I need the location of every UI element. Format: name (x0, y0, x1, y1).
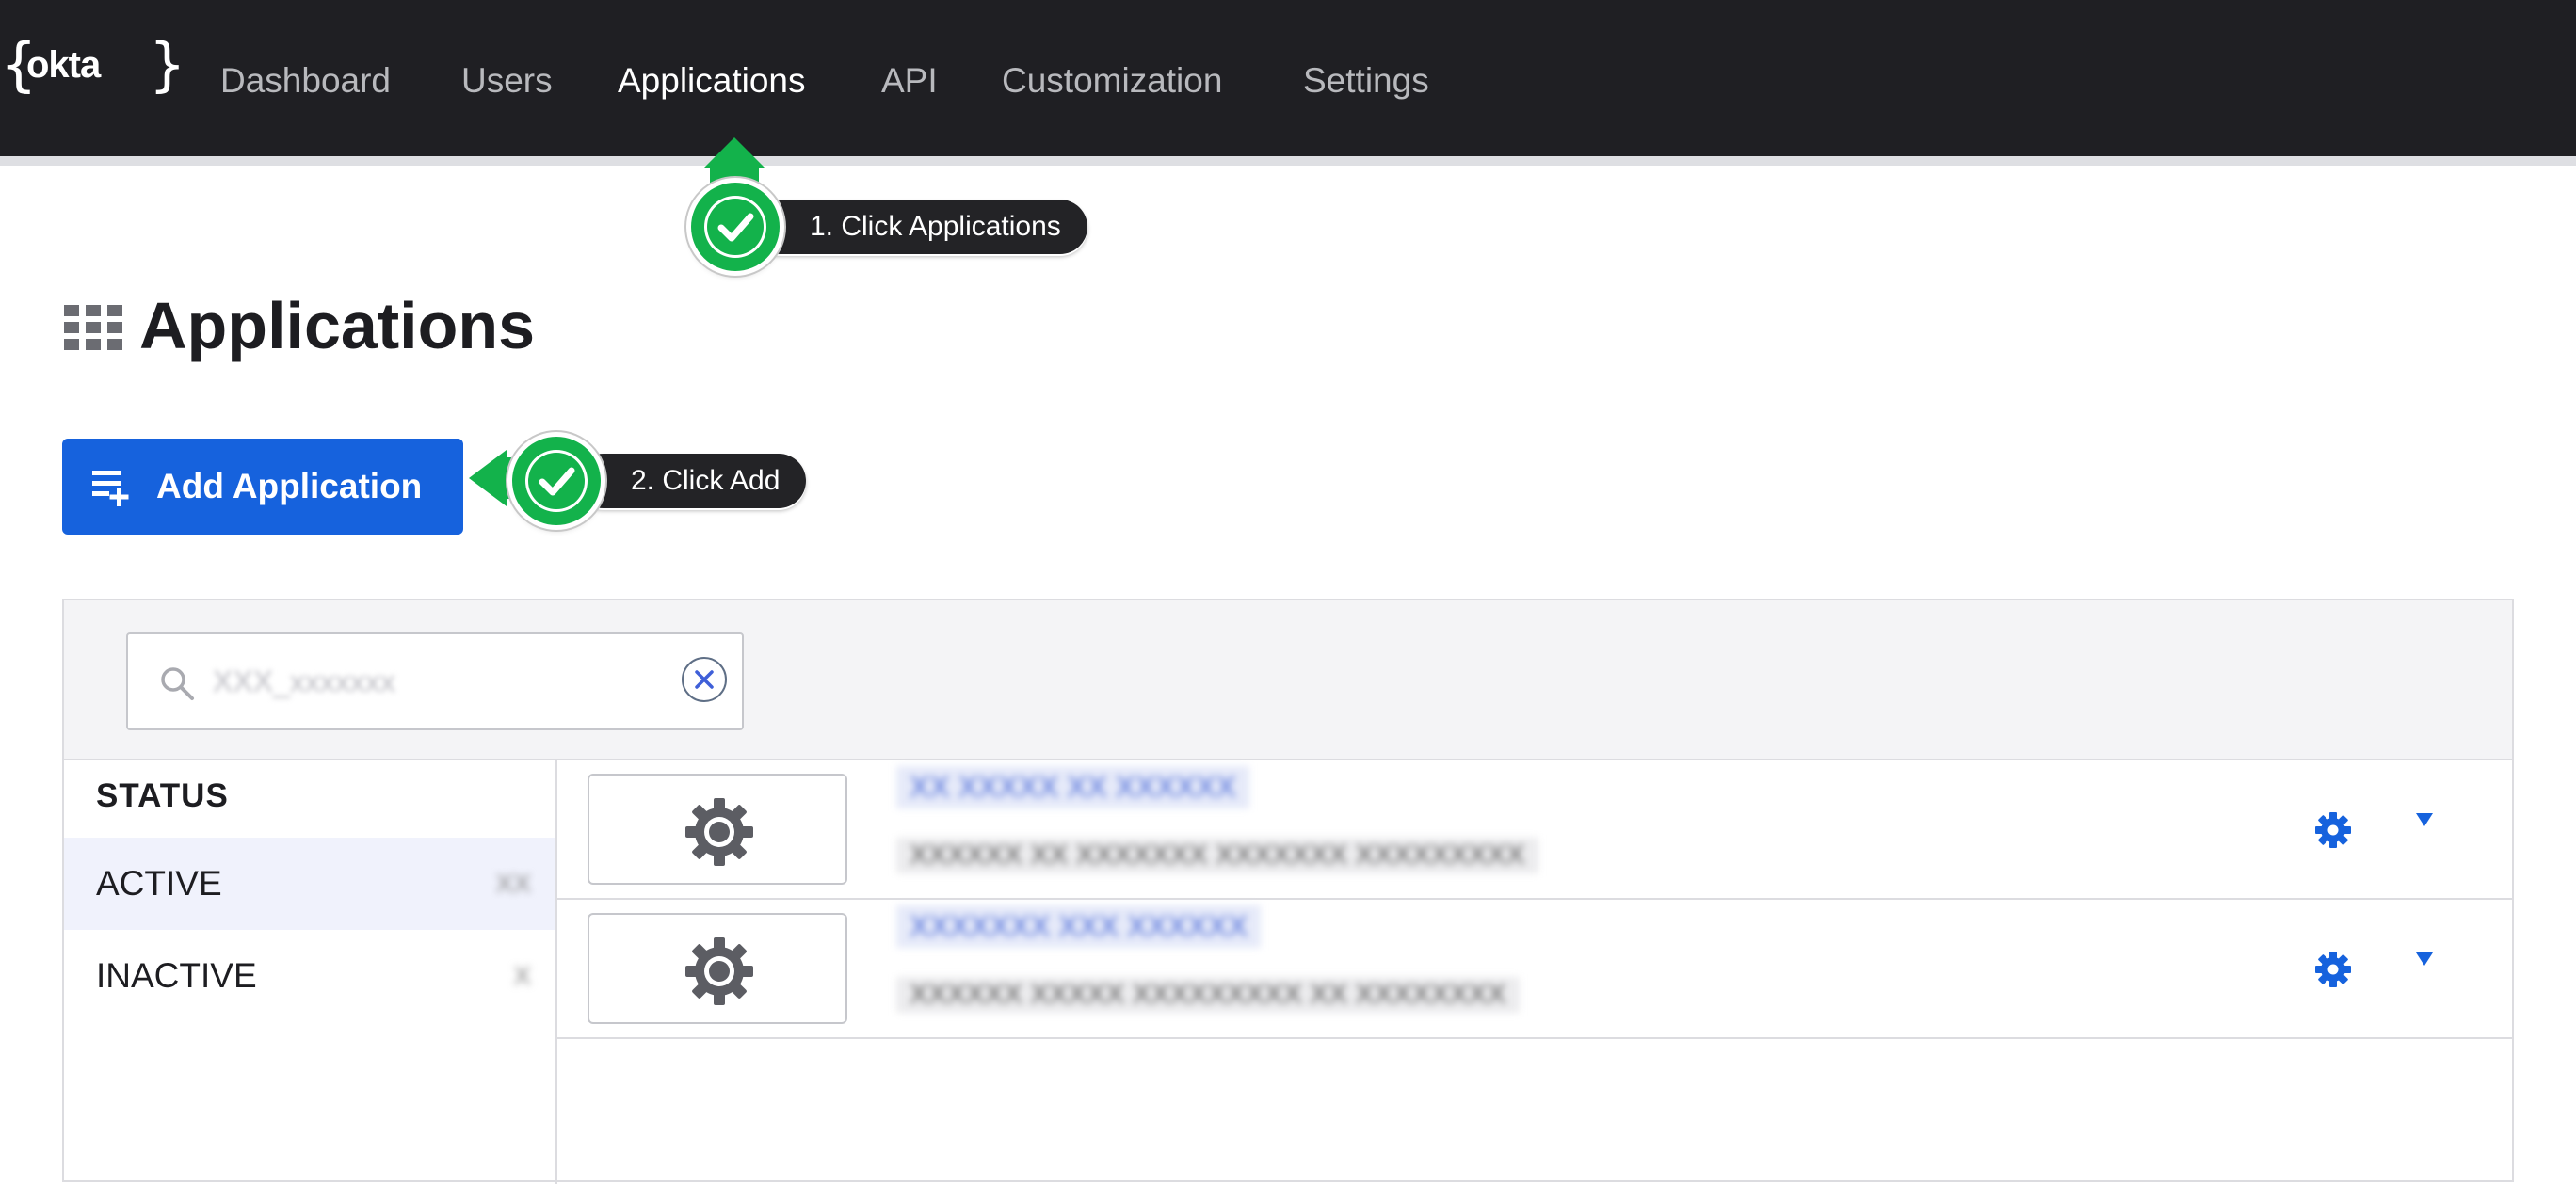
callout-step-1: 1. Click Applications (753, 200, 1087, 254)
callout-pointer-up (704, 137, 765, 168)
nav-divider (0, 156, 2576, 166)
callout-pointer-left (469, 450, 507, 506)
app-logo-button[interactable] (588, 774, 847, 885)
logo-brace-right: } (149, 30, 186, 99)
nav-settings[interactable]: Settings (1303, 60, 1429, 102)
nav-customization[interactable]: Customization (1002, 60, 1222, 102)
search-input[interactable]: XXX_xxxxxxx (126, 632, 744, 730)
settings-gear-icon[interactable] (2314, 951, 2352, 988)
clear-search-button[interactable] (682, 657, 727, 702)
callout-step-2: 2. Click Add (576, 454, 807, 508)
app-name-link[interactable]: XXXXXXX XXX XXXXXX (896, 905, 1262, 948)
application-list: XX XXXXX XX XXXXXX XXXXXX XX XXXXXXX XXX… (557, 760, 2512, 1184)
callout-step-1-text: 1. Click Applications (810, 211, 1061, 242)
add-application-label: Add Application (156, 467, 423, 505)
search-value: XXX_xxxxxxx (213, 664, 395, 698)
nav-api[interactable]: API (881, 60, 938, 102)
nav-applications[interactable]: Applications (618, 60, 806, 102)
apps-grid-icon (64, 305, 122, 350)
nav-dashboard[interactable]: Dashboard (220, 60, 391, 102)
list-item: XXXXXXX XXX XXXXXX XXXXXX XXXXX XXXXXXXX… (557, 900, 2512, 1039)
gear-icon (685, 798, 753, 866)
app-description: XXXXXX XX XXXXXXX XXXXXXX XXXXXXXXX (896, 838, 1538, 873)
search-icon (161, 667, 194, 700)
list-item: XX XXXXX XX XXXXXX XXXXXX XX XXXXXXX XXX… (557, 760, 2512, 900)
status-filter-sidebar: STATUS ACTIVE XX INACTIVE X (64, 760, 557, 1184)
settings-gear-icon[interactable] (2314, 811, 2352, 849)
filter-inactive[interactable]: INACTIVE X (64, 930, 555, 1022)
check-badge-icon (691, 183, 780, 271)
filter-inactive-count: X (513, 961, 531, 990)
status-heading: STATUS (96, 777, 229, 814)
checkmark-icon (707, 199, 764, 255)
applications-panel: XXX_xxxxxxx STATUS ACTIVE XX INACTIVE X (62, 599, 2514, 1184)
filter-inactive-label: INACTIVE (96, 956, 257, 995)
page-title: Applications (139, 289, 536, 362)
chevron-down-icon[interactable] (2416, 952, 2433, 966)
nav-users[interactable]: Users (461, 60, 553, 102)
top-nav-bar: { okta } Dashboard Users Applications AP… (0, 0, 2576, 156)
checkmark-icon (528, 453, 585, 509)
app-description: XXXXXX XXXXX XXXXXXXXX XX XXXXXXXX (896, 977, 1520, 1013)
add-application-button[interactable]: Add Application (62, 439, 463, 535)
chevron-down-icon[interactable] (2416, 813, 2433, 826)
filter-active-count: XX (495, 869, 531, 898)
app-name-link[interactable]: XX XXXXX XX XXXXXX (896, 766, 1249, 808)
filter-active-label: ACTIVE (96, 864, 222, 903)
logo-text: okta (26, 44, 101, 86)
gear-icon (685, 937, 753, 1005)
check-badge-icon (512, 437, 601, 525)
app-logo-button[interactable] (588, 913, 847, 1024)
add-list-icon (92, 471, 129, 506)
callout-step-2-text: 2. Click Add (631, 465, 781, 496)
close-icon (695, 670, 714, 689)
panel-toolbar: XXX_xxxxxxx (64, 600, 2512, 760)
filter-active[interactable]: ACTIVE XX (64, 838, 555, 930)
